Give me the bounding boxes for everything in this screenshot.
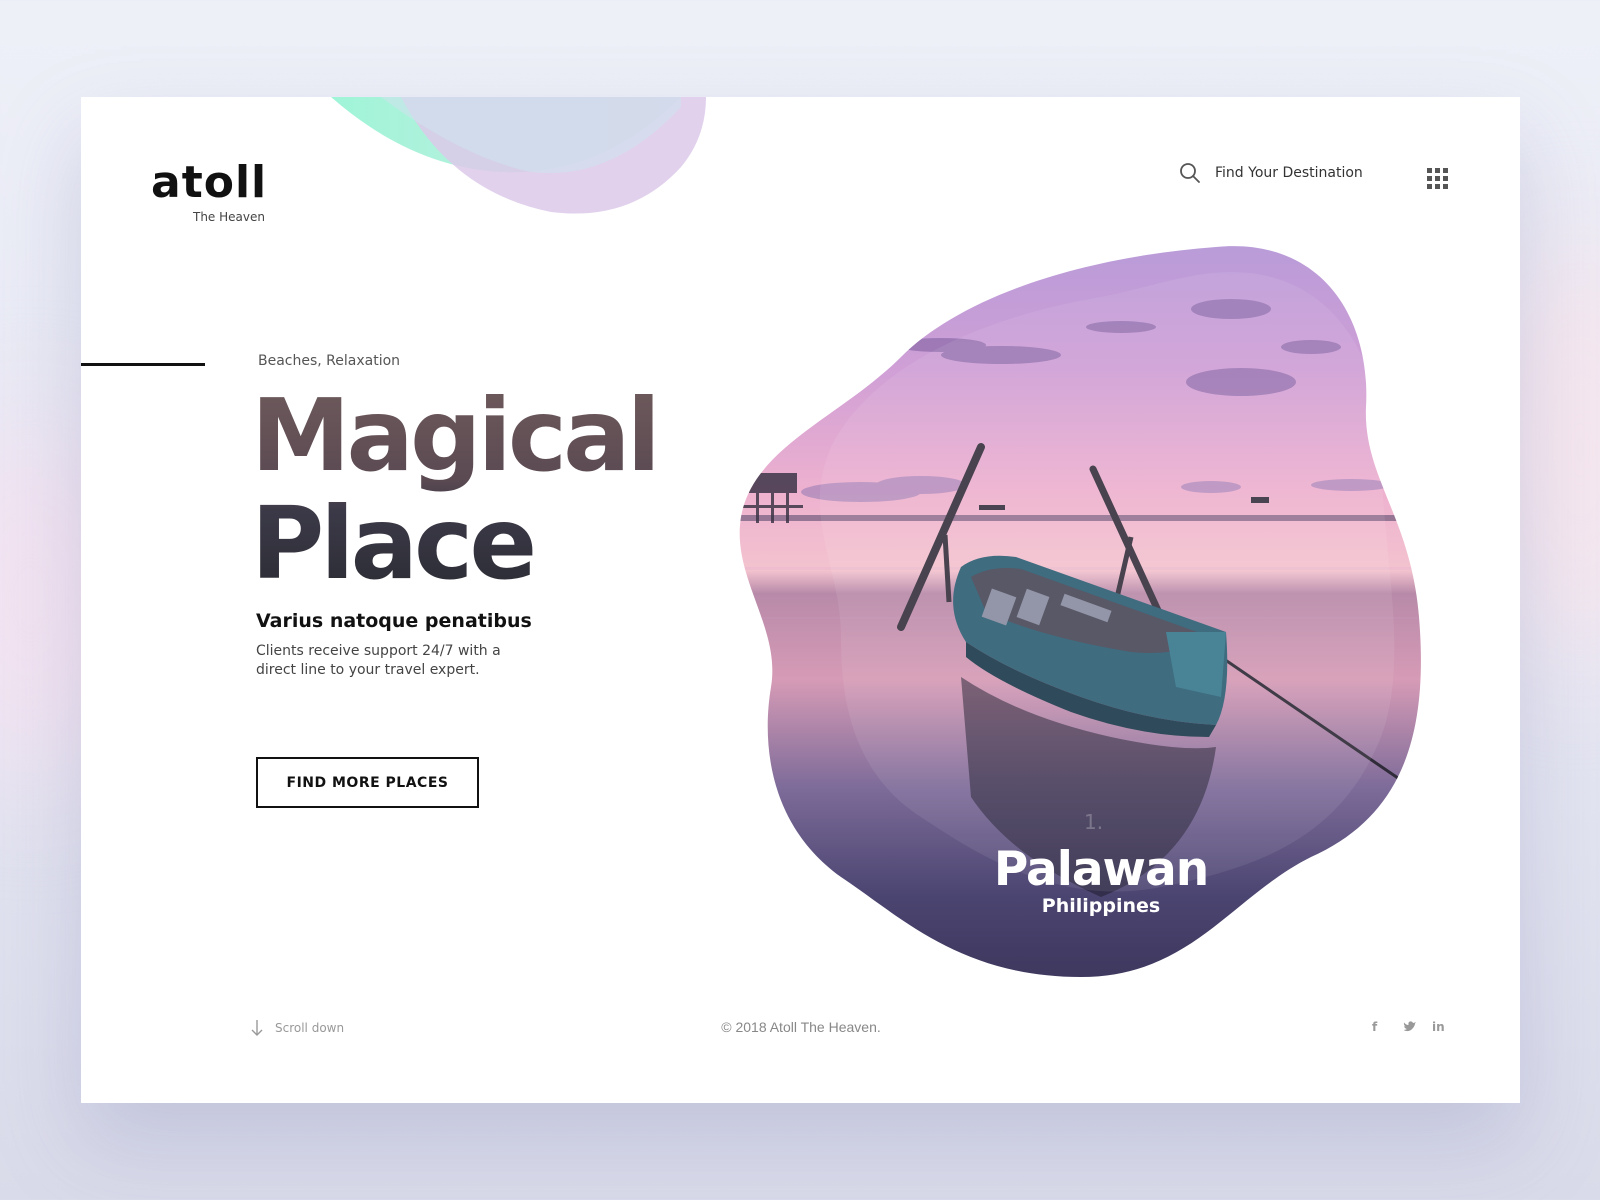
scroll-down-label: Scroll down	[275, 1021, 345, 1035]
twitter-icon[interactable]	[1403, 1020, 1417, 1035]
linkedin-icon[interactable]: in	[1432, 1020, 1445, 1034]
destination-name: Palawan	[993, 842, 1209, 897]
arrow-down-icon	[251, 1020, 263, 1036]
landing-card: atoll The Heaven Find Your Destination B…	[81, 97, 1520, 1103]
copyright: © 2018 Atoll The Heaven.	[721, 1019, 881, 1035]
scroll-down-link[interactable]: Scroll down	[251, 1019, 344, 1037]
facebook-icon[interactable]: f	[1372, 1020, 1377, 1034]
featured-destination-image[interactable]	[81, 97, 1520, 1103]
destination-country: Philippines	[1041, 895, 1161, 917]
destination-index: 1.	[1084, 810, 1104, 834]
